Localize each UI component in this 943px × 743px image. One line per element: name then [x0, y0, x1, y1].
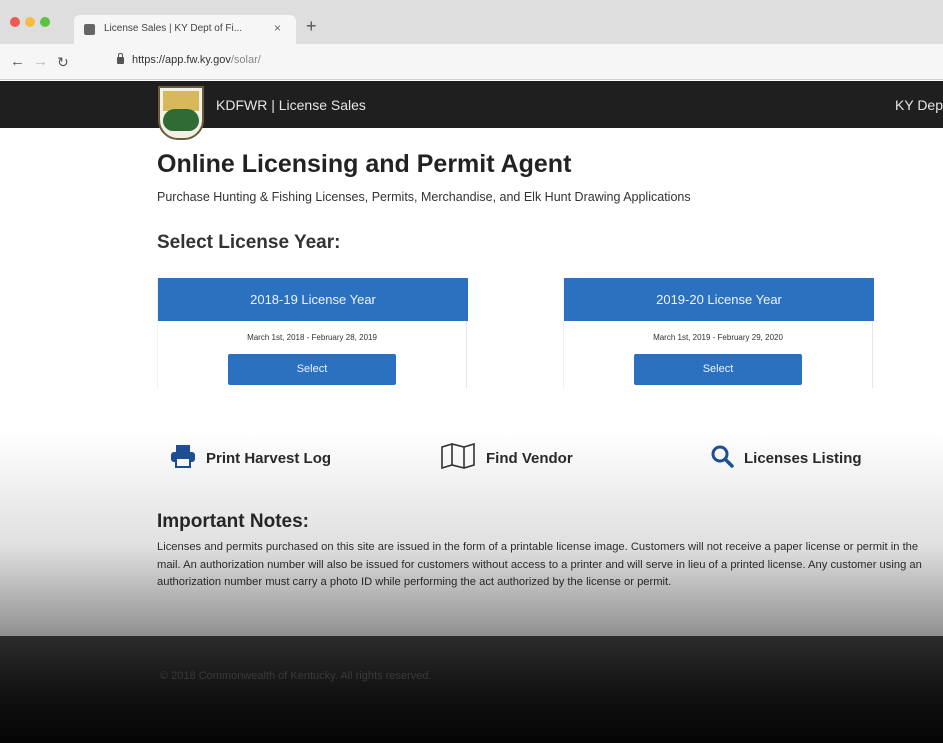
window-minimize-button[interactable] — [25, 17, 35, 27]
url-path: /solar/ — [230, 54, 261, 66]
kdfwr-logo[interactable] — [158, 86, 204, 140]
site-footer: © 2018 Commonwealth of Kentucky. All rig… — [0, 636, 943, 743]
printer-icon — [170, 444, 196, 472]
license-year-label[interactable]: 2018-19 License Year — [158, 278, 468, 321]
license-year-card-2018: 2018-19 License Year March 1st, 2018 - F… — [157, 278, 468, 388]
back-arrow-icon[interactable]: ← — [10, 53, 25, 70]
reload-icon[interactable]: ↻ — [57, 54, 69, 71]
select-license-year-heading: Select License Year: — [157, 232, 341, 253]
url-field[interactable]: https://app.fw.ky.gov/solar/ — [132, 54, 261, 66]
browser-tab-bar: License Sales | KY Dept of Fi... × + — [0, 0, 943, 44]
logo-sky — [163, 91, 199, 111]
lock-icon — [117, 53, 124, 64]
forward-arrow-icon[interactable]: → — [33, 53, 48, 70]
page-subtitle: Purchase Hunting & Fishing Licenses, Per… — [157, 190, 691, 204]
licenses-listing-link[interactable]: Licenses Listing — [710, 440, 862, 476]
license-year-range: March 1st, 2018 - February 28, 2019 — [247, 333, 377, 342]
page-title: Online Licensing and Permit Agent — [157, 150, 572, 178]
map-icon — [440, 442, 476, 473]
select-2019-button[interactable]: Select — [634, 354, 802, 385]
license-year-label[interactable]: 2019-20 License Year — [564, 278, 874, 321]
browser-tab[interactable]: License Sales | KY Dept of Fi... × — [74, 15, 296, 44]
window-maximize-button[interactable] — [40, 17, 50, 27]
address-bar: ← → ↻ https://app.fw.ky.gov/solar/ — [0, 44, 943, 80]
tab-title: License Sales | KY Dept of Fi... — [104, 23, 243, 34]
site-header: KDFWR | License Sales KY Dep — [0, 81, 943, 140]
url-host: https://app.fw.ky.gov — [132, 54, 231, 66]
important-notes-heading: Important Notes: — [157, 511, 309, 532]
license-year-range: March 1st, 2019 - February 29, 2020 — [653, 333, 783, 342]
print-harvest-log-link[interactable]: Print Harvest Log — [170, 440, 331, 476]
window-close-button[interactable] — [10, 17, 20, 27]
tab-close-icon[interactable]: × — [274, 21, 281, 35]
quick-link-label: Find Vendor — [486, 449, 573, 467]
select-2018-button[interactable]: Select — [228, 354, 396, 385]
license-year-card-2019: 2019-20 License Year March 1st, 2019 - F… — [563, 278, 874, 388]
logo-hill — [163, 109, 199, 131]
favicon-icon — [84, 24, 95, 35]
site-brand[interactable]: KDFWR | License Sales — [216, 97, 366, 113]
new-tab-button[interactable]: + — [306, 16, 317, 37]
quick-link-label: Print Harvest Log — [206, 449, 332, 467]
footer-copyright: © 2018 Commonwealth of Kentucky. All rig… — [160, 670, 432, 682]
find-vendor-link[interactable]: Find Vendor — [440, 440, 573, 476]
quick-link-label: Licenses Listing — [744, 449, 862, 467]
search-icon — [710, 444, 734, 472]
header-right-link[interactable]: KY Dep — [895, 97, 943, 113]
important-notes-body: Licenses and permits purchased on this s… — [157, 541, 922, 588]
